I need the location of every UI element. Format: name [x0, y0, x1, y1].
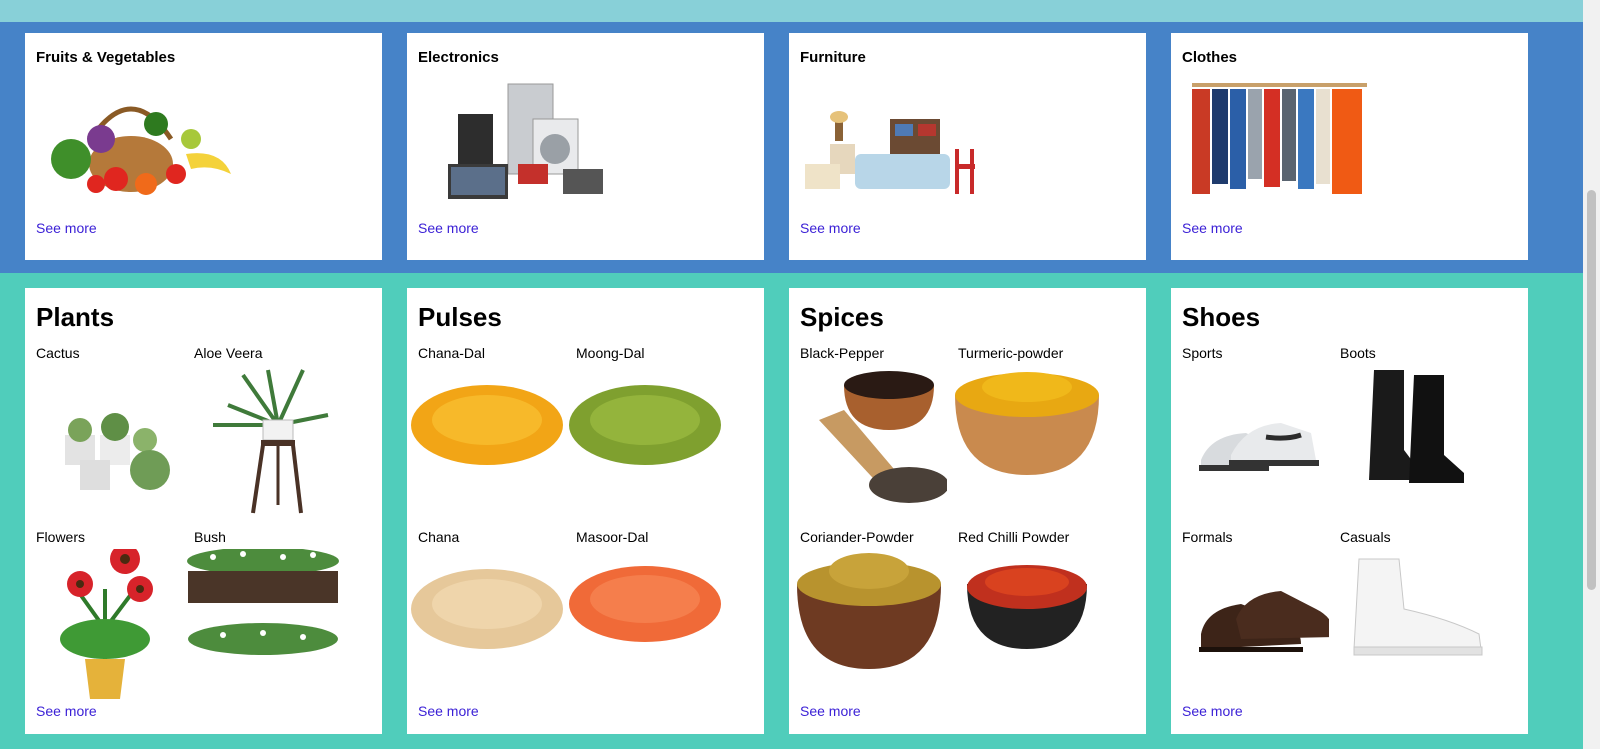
card-pulses: Pulses Chana-Dal Moong-Dal Chana Masoor-…: [407, 288, 764, 734]
masoor-dal-image: [569, 566, 721, 642]
card-title: Plants: [36, 302, 115, 332]
item-label: Aloe Veera: [194, 345, 263, 361]
fruit-basket-image: [51, 106, 231, 195]
card-furniture: Furniture See more: [789, 33, 1146, 260]
item-black-pepper[interactable]: Black-Pepper: [789, 345, 947, 525]
card-spices: Spices Black-Pepper Turmeric-powder Cori…: [789, 288, 1146, 734]
flowers-image: [60, 549, 153, 699]
clothes-rack-image: [1192, 83, 1367, 194]
black-pepper-image: [819, 371, 947, 503]
card-title: Furniture: [800, 49, 866, 66]
item-coriander-powder[interactable]: Coriander-Powder: [789, 529, 947, 709]
scrollbar-thumb[interactable]: [1587, 190, 1596, 590]
item-label: Boots: [1340, 345, 1376, 361]
see-more-link[interactable]: See more: [1182, 220, 1243, 236]
turmeric-powder-image: [955, 372, 1099, 475]
furniture-image: [805, 111, 975, 194]
card-shoes: Shoes Sports Boots Formals Casuals See m…: [1171, 288, 1528, 734]
appliances-image: [448, 83, 603, 199]
card-title: Clothes: [1182, 49, 1238, 66]
item-label: Masoor-Dal: [576, 529, 649, 545]
card-title: Electronics: [418, 49, 499, 66]
item-turmeric-powder[interactable]: Turmeric-powder: [947, 345, 1105, 525]
see-more-link[interactable]: See more: [36, 220, 97, 236]
see-more-link[interactable]: See more: [1182, 703, 1243, 719]
casual-shoes-image: [1353, 558, 1483, 656]
card-electronics: Electronics See more: [407, 33, 764, 260]
see-more-link[interactable]: See more: [800, 703, 861, 719]
item-flowers[interactable]: Flowers: [25, 529, 183, 709]
sports-shoes-image: [1199, 423, 1319, 471]
item-label: Turmeric-powder: [958, 345, 1064, 361]
card-title: Shoes: [1182, 302, 1261, 332]
card-plants: Plants Cactus Aloe Veera Flowers Bush Se…: [25, 288, 382, 734]
item-label: Casuals: [1340, 529, 1391, 545]
item-label: Chana-Dal: [418, 345, 485, 361]
item-label: Chana: [418, 529, 460, 545]
formal-shoes-image: [1199, 591, 1329, 652]
scrollbar[interactable]: [1583, 0, 1600, 749]
chana-dal-image: [411, 385, 563, 465]
item-sports[interactable]: Sports: [1171, 345, 1329, 525]
item-label: Red Chilli Powder: [958, 529, 1070, 545]
item-label: Flowers: [36, 529, 86, 545]
item-label: Coriander-Powder: [800, 529, 914, 545]
top-band: [0, 0, 1583, 22]
coriander-powder-image: [797, 553, 941, 669]
item-label: Moong-Dal: [576, 345, 645, 361]
card-clothes: Clothes See more: [1171, 33, 1528, 260]
card-title: Fruits & Vegetables: [36, 49, 176, 66]
item-masoor-dal[interactable]: Masoor-Dal: [565, 529, 723, 709]
item-aloe-veera[interactable]: Aloe Veera: [183, 345, 341, 525]
see-more-link[interactable]: See more: [36, 703, 97, 719]
see-more-link[interactable]: See more: [800, 220, 861, 236]
aloe-vera-image: [213, 369, 329, 514]
item-label: Black-Pepper: [800, 345, 885, 361]
item-chana-dal[interactable]: Chana-Dal: [407, 345, 565, 525]
moong-dal-image: [569, 385, 721, 465]
item-label: Bush: [194, 529, 226, 545]
card-title: Pulses: [418, 302, 502, 332]
card-fruits-vegetables: Fruits & Vegetables See more: [25, 33, 382, 260]
item-label: Sports: [1182, 345, 1223, 361]
item-red-chilli-powder[interactable]: Red Chilli Powder: [947, 529, 1105, 709]
item-casuals[interactable]: Casuals: [1329, 529, 1487, 709]
item-cactus[interactable]: Cactus: [25, 345, 183, 525]
bush-image: [187, 549, 339, 655]
item-moong-dal[interactable]: Moong-Dal: [565, 345, 723, 525]
item-bush[interactable]: Bush: [183, 529, 341, 709]
cactus-image: [65, 413, 170, 490]
item-formals[interactable]: Formals: [1171, 529, 1329, 709]
item-chana[interactable]: Chana: [407, 529, 565, 709]
card-title: Spices: [800, 302, 884, 332]
see-more-link[interactable]: See more: [418, 703, 479, 719]
see-more-link[interactable]: See more: [418, 220, 479, 236]
item-label: Formals: [1182, 529, 1233, 545]
item-boots[interactable]: Boots: [1329, 345, 1487, 525]
red-chilli-powder-image: [967, 565, 1087, 649]
boots-image: [1369, 370, 1464, 483]
item-label: Cactus: [36, 345, 80, 361]
chana-image: [411, 569, 563, 649]
